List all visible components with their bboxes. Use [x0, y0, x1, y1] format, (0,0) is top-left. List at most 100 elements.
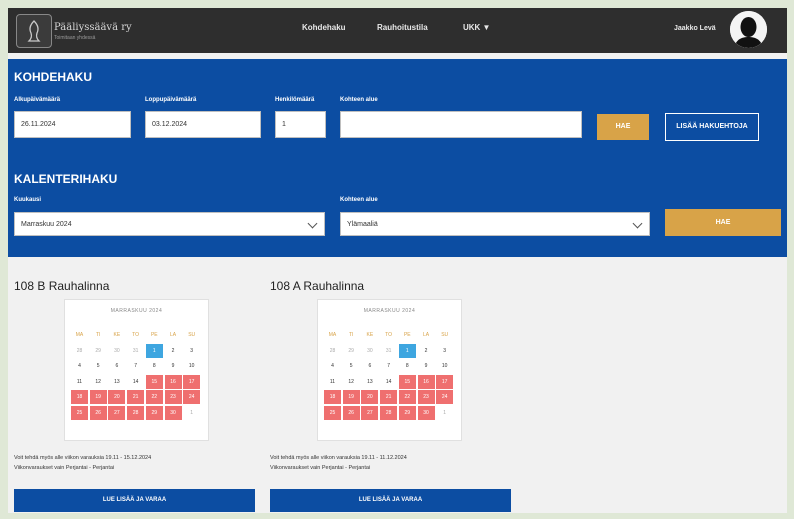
- calendar-day[interactable]: 18: [324, 390, 341, 404]
- calendar-day[interactable]: 16: [417, 374, 435, 389]
- calendar-day[interactable]: 20: [361, 390, 379, 404]
- calendar-day[interactable]: 1: [436, 406, 453, 420]
- calendar-day[interactable]: 31: [127, 344, 144, 358]
- weekly-booking-note: Viikonvaraukset vain Perjantai - Perjant…: [14, 465, 115, 471]
- area-input[interactable]: [340, 111, 582, 138]
- user-name[interactable]: Jaakko Levä: [674, 25, 716, 32]
- calendar-day[interactable]: 24: [183, 390, 201, 404]
- calendar-day[interactable]: 30: [108, 344, 125, 358]
- calendar-day[interactable]: 2: [165, 344, 182, 358]
- month-label: Kuukausi: [14, 197, 42, 203]
- calendar-day[interactable]: 12: [90, 375, 107, 389]
- calendar-day[interactable]: 23: [164, 390, 182, 404]
- area-select[interactable]: Ylämaaliä: [340, 212, 650, 236]
- calendar-day[interactable]: 24: [436, 390, 454, 404]
- property-title[interactable]: 108 A Rauhalinna: [270, 279, 364, 293]
- calendar-day[interactable]: 29: [398, 405, 416, 420]
- calendar-day[interactable]: 15: [145, 374, 163, 389]
- calendar-day[interactable]: 3: [183, 344, 200, 358]
- calendar-day[interactable]: 28: [127, 405, 145, 420]
- more-filters-button[interactable]: LISÄÄ HAKUEHTOJA: [665, 113, 759, 141]
- calendar-day[interactable]: 10: [183, 359, 200, 373]
- read-more-book-button[interactable]: LUE LISÄÄ JA VARAA: [270, 489, 511, 512]
- start-date-input[interactable]: 26.11.2024: [14, 111, 131, 138]
- calendar-month: MARRASKUU 2024: [110, 308, 163, 314]
- calendar-day[interactable]: 22: [398, 390, 416, 404]
- property-title[interactable]: 108 B Rauhalinna: [14, 279, 109, 293]
- calendar-day[interactable]: 26: [89, 405, 107, 420]
- logo[interactable]: [16, 14, 52, 48]
- calendar-day[interactable]: 14: [380, 375, 397, 389]
- calendar-day[interactable]: 17: [436, 374, 454, 389]
- calendar-day[interactable]: 9: [165, 359, 182, 373]
- calendar-day[interactable]: 4: [71, 359, 88, 373]
- brand-tagline: Toimitaan yhdessä: [54, 35, 96, 41]
- calendar-day[interactable]: 6: [361, 359, 378, 373]
- calendar-day[interactable]: 22: [145, 390, 163, 404]
- logo-emblem-icon: [27, 20, 41, 42]
- calendar-day[interactable]: 30: [164, 405, 182, 420]
- weekday-header: TO: [385, 332, 393, 338]
- calendar-day[interactable]: 13: [108, 375, 125, 389]
- calendar-day[interactable]: 11: [324, 375, 341, 389]
- calendar-day[interactable]: 29: [343, 344, 360, 358]
- calendar-day[interactable]: 8: [146, 359, 163, 373]
- calendar-day[interactable]: 23: [417, 390, 435, 404]
- calendar-day[interactable]: 17: [183, 374, 201, 389]
- calendar-day[interactable]: 11: [71, 375, 88, 389]
- calendar-day[interactable]: 9: [418, 359, 435, 373]
- calendar-day[interactable]: 2: [418, 344, 435, 358]
- calendar-day[interactable]: 28: [71, 344, 88, 358]
- calendar-day[interactable]: 10: [436, 359, 453, 373]
- calendar-day[interactable]: 30: [417, 405, 435, 420]
- calendar-day[interactable]: 5: [343, 359, 360, 373]
- calendar-day[interactable]: 30: [361, 344, 378, 358]
- calendar-day[interactable]: 18: [71, 390, 88, 404]
- calendar-day[interactable]: 5: [90, 359, 107, 373]
- calendar-day[interactable]: 1: [145, 343, 163, 358]
- availability-calendar: MARRASKUU 2024 MA TI KE TO PE LA SU 28 29 30 31 1 2 3…: [64, 299, 209, 441]
- kohdehaku-search-button[interactable]: HAE: [597, 114, 649, 140]
- calendar-day[interactable]: 29: [90, 344, 107, 358]
- calendar-day[interactable]: 28: [380, 405, 398, 420]
- calendar-day[interactable]: 29: [145, 405, 163, 420]
- calendar-day[interactable]: 27: [108, 405, 126, 420]
- calendar-day[interactable]: 3: [436, 344, 453, 358]
- calendar-day[interactable]: 14: [127, 375, 144, 389]
- calendar-day[interactable]: 7: [380, 359, 397, 373]
- top-navigation-bar: Pääliyssäävä ry Toimitaan yhdessä Kohdeh…: [8, 8, 787, 53]
- calendar-day[interactable]: 21: [380, 390, 398, 404]
- calendar-day[interactable]: 12: [343, 375, 360, 389]
- calendar-day[interactable]: 4: [324, 359, 341, 373]
- calendar-day[interactable]: 26: [342, 405, 360, 420]
- end-date-input[interactable]: 03.12.2024: [145, 111, 261, 138]
- calendar-day[interactable]: 25: [71, 405, 88, 420]
- chevron-down-icon: [632, 218, 643, 229]
- calendar-day[interactable]: 8: [399, 359, 416, 373]
- read-more-book-button[interactable]: LUE LISÄÄ JA VARAA: [14, 489, 255, 512]
- weekday-header: TI: [348, 332, 354, 338]
- nav-kohdehaku[interactable]: Kohdehaku: [302, 23, 346, 32]
- kalenterihaku-search-button[interactable]: HAE: [665, 209, 781, 236]
- calendar-day[interactable]: 1: [398, 343, 416, 358]
- calendar-day[interactable]: 15: [398, 374, 416, 389]
- calendar-day[interactable]: 25: [324, 405, 341, 420]
- calendar-day[interactable]: 21: [127, 390, 145, 404]
- calendar-day[interactable]: 19: [342, 390, 360, 404]
- calendar-day[interactable]: 19: [89, 390, 107, 404]
- month-select[interactable]: Marraskuu 2024: [14, 212, 325, 236]
- nav-rauhoitustila[interactable]: Rauhoitustila: [377, 23, 428, 32]
- calendar-day[interactable]: 20: [108, 390, 126, 404]
- calendar-day[interactable]: 27: [361, 405, 379, 420]
- avatar[interactable]: [730, 11, 767, 48]
- calendar-day[interactable]: 31: [380, 344, 397, 358]
- person-count-input[interactable]: 1: [275, 111, 326, 138]
- nav-ukk-dropdown[interactable]: UKK ▼: [463, 23, 490, 32]
- weekday-header: SU: [188, 332, 196, 338]
- calendar-day[interactable]: 28: [324, 344, 341, 358]
- calendar-day[interactable]: 7: [127, 359, 144, 373]
- calendar-day[interactable]: 13: [361, 375, 378, 389]
- calendar-day[interactable]: 6: [108, 359, 125, 373]
- calendar-day[interactable]: 1: [183, 406, 200, 420]
- calendar-day[interactable]: 16: [164, 374, 182, 389]
